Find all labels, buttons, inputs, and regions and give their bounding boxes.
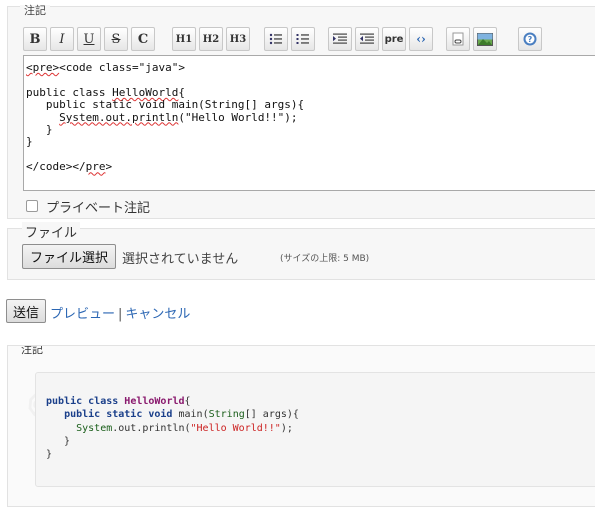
indent-icon — [333, 33, 347, 44]
outdent-icon — [360, 33, 374, 44]
bold-icon: B — [29, 31, 41, 47]
bullet-list-button[interactable] — [264, 27, 288, 51]
pre-icon: pre — [384, 33, 404, 45]
link-button[interactable] — [446, 27, 470, 51]
file-legend: ファイル — [22, 222, 81, 241]
help-button[interactable]: ? — [518, 27, 542, 51]
notes-legend: 注記 — [20, 5, 50, 17]
editor-line: } — [26, 123, 53, 137]
bold-button[interactable]: B — [23, 27, 47, 51]
notes-fieldset: 注記 B I U S C H1 H2 H3 pre ‹› ? <pre><cod… — [7, 5, 595, 219]
preview-link[interactable]: プレビュー — [50, 307, 115, 322]
italic-icon: I — [59, 31, 65, 47]
editor-line: } — [26, 135, 33, 149]
svg-text:?: ? — [528, 35, 533, 44]
action-links: プレビュー | キャンセル — [50, 303, 190, 322]
file-select-button[interactable]: ファイル選択 — [22, 244, 117, 269]
file-status: 選択されていません — [122, 252, 239, 267]
preview-legend: 注記 — [18, 346, 46, 357]
editor-line: </code></pre> — [26, 160, 113, 174]
bullet-list-icon — [269, 33, 282, 45]
heading1-button[interactable]: H1 — [172, 27, 196, 51]
italic-button[interactable]: I — [50, 27, 74, 51]
outdent-button[interactable] — [355, 27, 379, 51]
image-button[interactable] — [473, 27, 497, 51]
private-label: プライベート注記 — [46, 200, 151, 216]
heading3-button[interactable]: H3 — [226, 27, 250, 51]
private-row: プライベート注記 — [26, 197, 151, 216]
file-fieldset: ファイル ファイル選択 選択されていません (サイズの上限: 5 MB) — [7, 222, 595, 280]
strikethrough-button[interactable]: S — [104, 27, 128, 51]
preview-code-line: } — [46, 449, 53, 461]
numbered-list-icon — [296, 34, 309, 44]
link-icon — [452, 32, 464, 46]
underline-icon: U — [83, 31, 95, 47]
preview-code-block: public class HelloWorld{ public static v… — [35, 372, 595, 487]
help-icon: ? — [523, 32, 537, 46]
send-button[interactable]: 送信 — [6, 299, 47, 323]
code-inline-button[interactable]: C — [131, 27, 155, 51]
preview-fieldset: 注記 ✎ ✎ ✎ public class HelloWorld{ public… — [7, 345, 595, 507]
underline-button[interactable]: U — [77, 27, 101, 51]
code-icon: ‹› — [416, 32, 426, 46]
image-icon — [477, 32, 493, 46]
preview-code-line: System.out.println("Hello World!!"); — [76, 422, 293, 434]
preview-code-line: public static void main(String[] args){ — [64, 409, 299, 421]
file-size-limit: (サイズの上限: 5 MB) — [280, 254, 370, 264]
code-inline-icon: C — [137, 31, 149, 47]
heading2-icon: H2 — [202, 33, 220, 45]
pre-button[interactable]: pre — [382, 27, 406, 51]
numbered-list-button[interactable] — [291, 27, 315, 51]
heading2-button[interactable]: H2 — [199, 27, 223, 51]
editor-toolbar: B I U S C H1 H2 H3 pre ‹› ? — [23, 27, 595, 53]
editor-line: System.out.println("Hello World!!"); — [59, 110, 298, 124]
heading3-icon: H3 — [229, 33, 247, 45]
editor-line: <pre><code class="java"> — [26, 61, 185, 74]
indent-button[interactable] — [328, 27, 352, 51]
strikethrough-icon: S — [111, 31, 121, 47]
cancel-link[interactable]: キャンセル — [125, 307, 190, 322]
notes-textarea[interactable]: <pre><code class="java">​public class He… — [23, 55, 595, 191]
private-checkbox[interactable] — [26, 200, 38, 212]
preview-code-line: } — [46, 435, 71, 447]
preview-code-line: public class HelloWorld{ — [46, 396, 191, 407]
code-block-button[interactable]: ‹› — [409, 27, 433, 51]
link-separator: | — [118, 307, 123, 322]
heading1-icon: H1 — [175, 33, 193, 45]
